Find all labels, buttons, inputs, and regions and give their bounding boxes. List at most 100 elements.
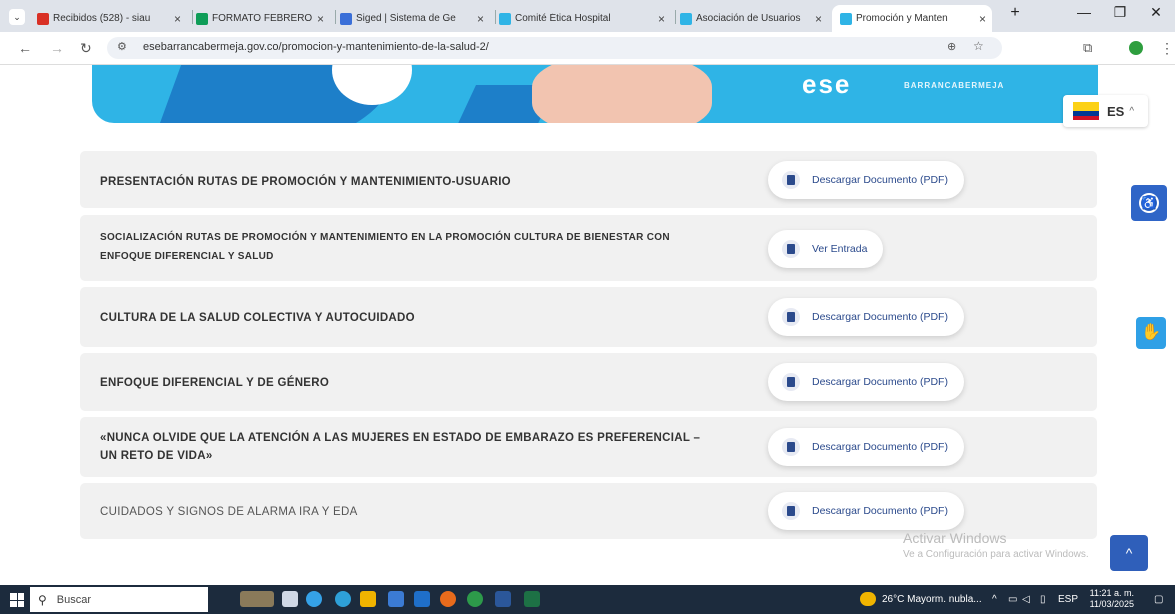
document-icon	[782, 438, 800, 456]
firefox-icon[interactable]	[440, 591, 456, 607]
widget-icon[interactable]	[240, 591, 274, 607]
weather-text[interactable]: 26°C Mayorm. nubla...	[882, 594, 982, 605]
download-pdf-button[interactable]: Descargar Documento (PDF)	[768, 161, 964, 199]
document-icon	[782, 171, 800, 189]
browser-tab-strip: ⌄ Recibidos (528) - siau × FORMATO FEBRE…	[0, 0, 1175, 32]
weather-icon	[860, 592, 876, 606]
clock-time: 11:21 a. m.	[1089, 588, 1134, 598]
item-title: «NUNCA OLVIDE QUE LA ATENCIÓN A LAS MUJE…	[100, 432, 701, 462]
language-indicator[interactable]: ESP	[1058, 594, 1078, 605]
reload-icon[interactable]: ↻	[80, 40, 92, 57]
windows-start-icon[interactable]	[10, 593, 24, 607]
button-label: Descargar Documento (PDF)	[812, 376, 948, 388]
close-icon[interactable]: ×	[658, 12, 671, 26]
copilot-icon[interactable]	[306, 591, 322, 607]
item-title: SOCIALIZACIÓN RUTAS DE PROMOCIÓN Y MANTE…	[100, 232, 670, 262]
network-icon[interactable]: ▭	[1008, 594, 1017, 605]
store-icon[interactable]	[388, 591, 404, 607]
close-icon[interactable]: ×	[317, 12, 330, 26]
item-title: CULTURA DE LA SALUD COLECTIVA Y AUTOCUID…	[100, 312, 415, 324]
colombia-flag-icon	[1073, 102, 1099, 120]
brand-name: BARRANCABERMEJA	[904, 81, 1005, 90]
bookmark-star-icon[interactable]: ☆	[973, 39, 984, 53]
volume-icon[interactable]: ◁	[1022, 594, 1030, 605]
close-icon[interactable]: ×	[979, 12, 992, 26]
tab-promocion-mantenimiento[interactable]: Promoción y Manten ×	[832, 5, 992, 32]
list-item: SOCIALIZACIÓN RUTAS DE PROMOCIÓN Y MANTE…	[80, 215, 1097, 281]
chrome-icon[interactable]	[467, 591, 483, 607]
accessibility-button[interactable]: ♿	[1131, 185, 1167, 221]
tab-divider	[495, 10, 496, 24]
tab-label: Siged | Sistema de Ge	[356, 13, 456, 24]
sheets-icon	[196, 12, 208, 25]
download-pdf-button[interactable]: Descargar Documento (PDF)	[768, 298, 964, 336]
chevron-up-icon: ^	[1129, 105, 1135, 117]
maximize-button[interactable]: ❐	[1105, 4, 1135, 21]
new-tab-button[interactable]: +	[1000, 4, 1030, 22]
tab-label: Comité Ética Hospital	[515, 13, 611, 24]
view-entry-button[interactable]: Ver Entrada	[768, 230, 884, 268]
file-explorer-icon[interactable]	[360, 591, 376, 607]
tab-divider	[335, 10, 336, 24]
accessibility-icon: ♿	[1139, 193, 1159, 213]
document-icon	[782, 240, 800, 258]
tab-formato-febrero[interactable]: FORMATO FEBRERO ×	[196, 5, 330, 32]
windows-activation-title: Activar Windows	[903, 530, 1007, 546]
gmail-icon	[37, 12, 49, 25]
button-label: Descargar Documento (PDF)	[812, 311, 948, 323]
url-input[interactable]: ⚙ esebarrancabermeja.gov.co/promocion-y-…	[107, 37, 1002, 59]
windows-activation-text: Ve a Configuración para activar Windows.	[903, 549, 1089, 560]
taskbar-search-input[interactable]: ⚲ Buscar	[30, 587, 208, 612]
download-pdf-button[interactable]: Descargar Documento (PDF)	[768, 363, 964, 401]
site-settings-icon[interactable]: ⚙	[117, 40, 127, 53]
forward-arrow-icon[interactable]: →	[50, 40, 64, 56]
download-pdf-button[interactable]: Descargar Documento (PDF)	[768, 492, 964, 530]
edge-icon[interactable]	[335, 591, 351, 607]
back-arrow-icon[interactable]: ←	[18, 40, 32, 56]
tab-search-dropdown-icon[interactable]: ⌄	[9, 9, 25, 25]
language-selector[interactable]: ES ^	[1063, 95, 1148, 127]
word-icon[interactable]	[495, 591, 511, 607]
button-label: Descargar Documento (PDF)	[812, 441, 948, 453]
tab-divider	[192, 10, 193, 24]
chat-widget-button[interactable]: ✋	[1136, 317, 1166, 349]
extensions-icon[interactable]: ⧉	[1083, 40, 1092, 56]
tab-asociacion-usuarios[interactable]: Asociación de Usuarios ×	[680, 5, 828, 32]
close-icon[interactable]: ×	[477, 12, 490, 26]
notifications-icon[interactable]: ▢	[1154, 594, 1163, 605]
search-icon: ⚲	[38, 592, 47, 607]
language-code: ES	[1107, 103, 1125, 119]
tray-chevron-up-icon[interactable]: ^	[992, 594, 997, 605]
ese-icon	[680, 12, 692, 25]
battery-icon[interactable]: ▯	[1040, 594, 1046, 605]
profile-avatar[interactable]	[1129, 41, 1143, 55]
tab-divider	[675, 10, 676, 24]
clock[interactable]: 11:21 a. m. 11/03/2025	[1086, 588, 1134, 610]
button-label: Descargar Documento (PDF)	[812, 505, 948, 517]
mail-icon[interactable]	[414, 591, 430, 607]
zoom-icon[interactable]: ⊕	[947, 40, 956, 53]
address-bar: ← → ↻ ⚙ esebarrancabermeja.gov.co/promoc…	[0, 32, 1175, 65]
download-pdf-button[interactable]: Descargar Documento (PDF)	[768, 428, 964, 466]
task-view-icon[interactable]	[282, 591, 298, 607]
ese-logo[interactable]: ese	[802, 69, 851, 100]
tab-label: Recibidos (528) - siau	[53, 13, 151, 24]
excel-icon[interactable]	[524, 591, 540, 607]
siged-icon	[340, 12, 352, 25]
list-item: «NUNCA OLVIDE QUE LA ATENCIÓN A LAS MUJE…	[80, 417, 1097, 477]
close-icon[interactable]: ×	[174, 12, 187, 26]
banner-decoration	[532, 65, 712, 123]
tab-gmail[interactable]: Recibidos (528) - siau ×	[37, 5, 187, 32]
minimize-button[interactable]: —	[1069, 4, 1099, 20]
browser-menu-icon[interactable]: ⋮	[1160, 40, 1174, 57]
list-item: ENFOQUE DIFERENCIAL Y DE GÉNERO Descarga…	[80, 353, 1097, 411]
item-title: ENFOQUE DIFERENCIAL Y DE GÉNERO	[100, 377, 330, 389]
tab-comite-etica[interactable]: Comité Ética Hospital ×	[499, 5, 671, 32]
scroll-to-top-button[interactable]: ^	[1110, 535, 1148, 571]
close-icon[interactable]: ×	[815, 12, 828, 26]
list-item: PRESENTACIÓN RUTAS DE PROMOCIÓN Y MANTEN…	[80, 151, 1097, 208]
close-window-button[interactable]: ✕	[1141, 4, 1171, 21]
tab-siged[interactable]: Siged | Sistema de Ge ×	[340, 5, 490, 32]
tab-label: Asociación de Usuarios	[696, 13, 801, 24]
url-text: esebarrancabermeja.gov.co/promocion-y-ma…	[143, 41, 489, 53]
